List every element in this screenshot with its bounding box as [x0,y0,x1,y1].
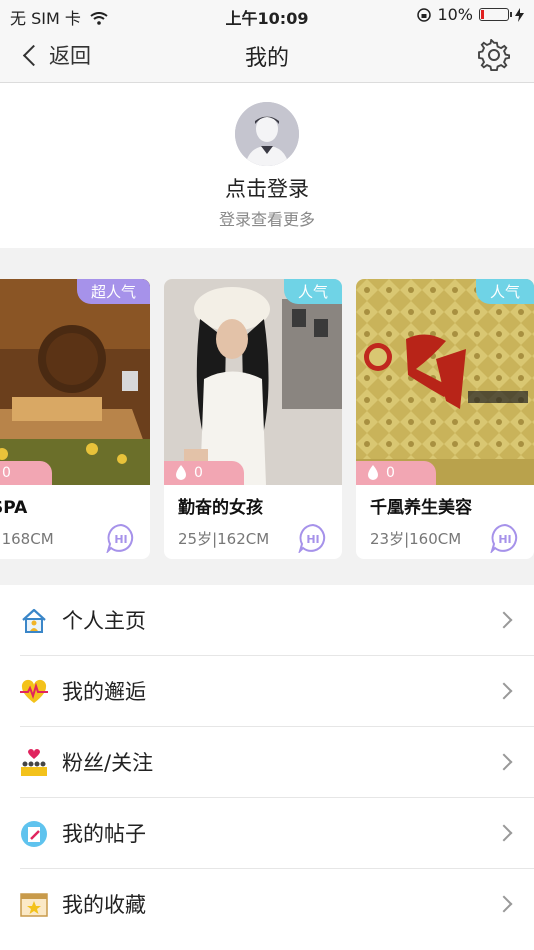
chevron-right-icon [495,611,513,629]
gear-icon[interactable] [478,39,510,71]
menu-item-homepage[interactable]: 个人主页 [0,585,534,656]
say-hi-button[interactable]: HI [490,523,520,553]
likes-badge: 0 [164,461,244,485]
heart-pulse-icon [20,679,48,703]
likes-count: 0 [386,465,395,481]
popularity-badge: 超人气 [76,279,150,304]
likes-badge: 0 [356,461,436,485]
card-photo [0,279,150,485]
hi-label: HI [498,533,511,546]
recommend-cards: 超人气 0 悦SPA 9岁|168CM HI 人气 0 [0,264,534,569]
chevron-right-icon [495,895,513,913]
flame-icon [368,465,378,480]
menu-item-fans-follow[interactable]: 粉丝/关注 [0,727,534,798]
say-hi-button[interactable]: HI [298,523,328,553]
favorite-icon [20,893,48,917]
chevron-right-icon [495,824,513,842]
likes-count: 0 [2,465,11,481]
card-photo [164,279,342,485]
chevron-right-icon [495,753,513,771]
battery-percent: 10% [437,5,473,24]
card-meta: 25岁|162CM [178,530,270,548]
likes-count: 0 [194,465,203,481]
profile-card[interactable]: 人气 0 勤奋的女孩 25岁|162CM HI [164,279,342,559]
login-button[interactable]: 点击登录 [0,173,534,203]
avatar[interactable] [235,102,299,166]
popularity-badge: 人气 [283,279,342,304]
page-title: 我的 [244,46,289,71]
profile-section: 点击登录 登录查看更多 [0,83,534,248]
menu-item-favorites[interactable]: 我的收藏 [0,869,534,940]
menu-item-posts[interactable]: 我的帖子 [0,798,534,869]
login-subtitle: 登录查看更多 [218,210,315,229]
post-icon [21,821,47,847]
likes-badge: 0 [0,461,52,485]
status-bar: 无 SIM 卡 上午10:09 10% [0,0,534,30]
hi-label: HI [114,533,127,546]
card-photo [356,279,534,485]
menu-label: 粉丝/关注 [62,751,154,775]
home-icon [22,608,46,633]
hi-label: HI [306,533,319,546]
menu-list: 个人主页 我的邂逅 粉丝/关注 我的帖子 我的收藏 [0,585,534,950]
profile-card[interactable]: 超人气 0 悦SPA 9岁|168CM HI [0,279,150,559]
popularity-badge: 人气 [475,279,534,304]
card-name: 勤奋的女孩 [178,498,263,518]
status-right: 10% [417,5,524,24]
default-avatar-icon [235,102,299,166]
card-meta: 9岁|168CM [0,530,54,548]
menu-item-encounters[interactable]: 我的邂逅 [0,656,534,727]
card-meta: 23岁|160CM [370,530,462,548]
chevron-right-icon [495,682,513,700]
charging-icon [515,7,524,22]
fans-icon [21,749,47,776]
nav-bar: 返回 我的 [0,30,534,83]
card-name: 悦SPA [0,498,28,518]
menu-label: 我的收藏 [62,893,146,917]
menu-label: 我的帖子 [62,822,146,846]
profile-card[interactable]: 人气 0 千凰养生美容 23岁|160CM HI [356,279,534,559]
menu-label: 我的邂逅 [62,680,146,704]
menu-label: 个人主页 [62,609,146,633]
card-name: 千凰养生美容 [370,498,472,518]
orientation-lock-icon [417,7,432,22]
battery-icon [479,8,512,21]
flame-icon [176,465,186,480]
say-hi-button[interactable]: HI [106,523,136,553]
